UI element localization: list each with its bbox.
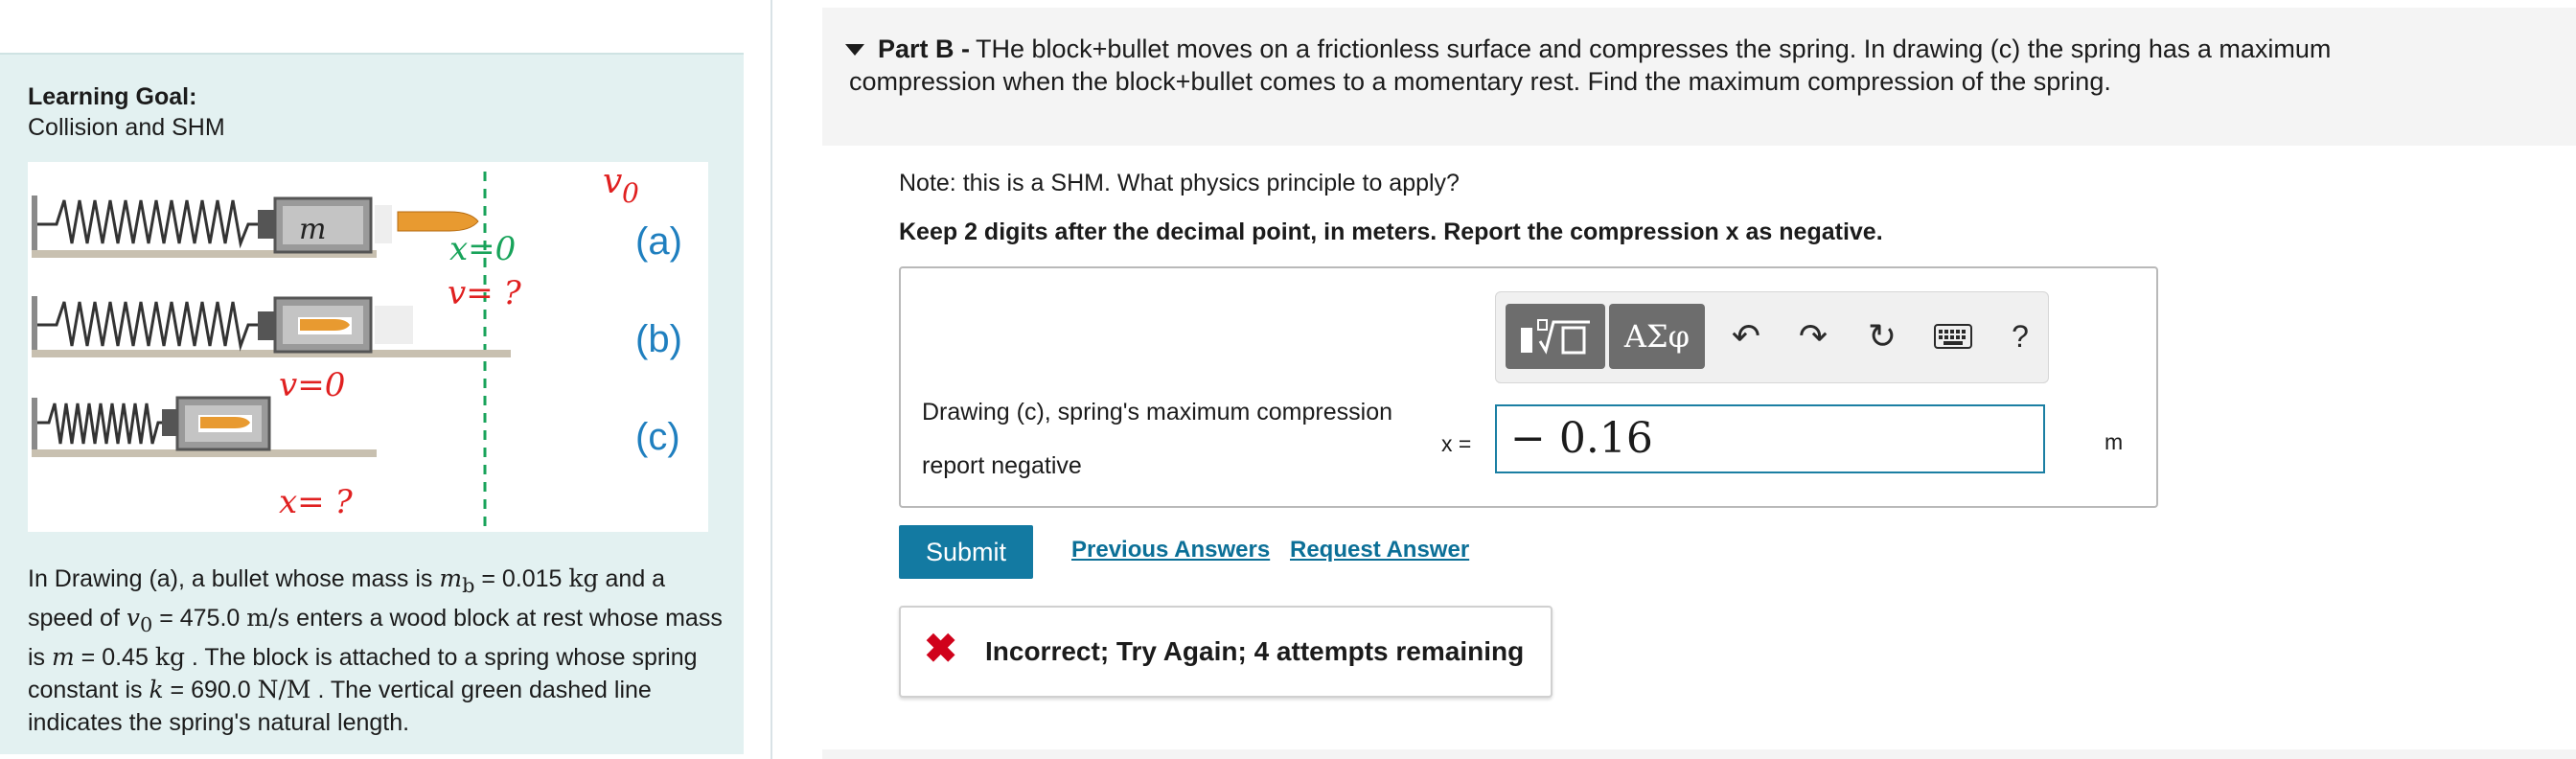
wall-c — [32, 398, 37, 451]
spring-a — [37, 199, 258, 249]
v-unknown-label: v= ? — [448, 274, 522, 312]
embedded-bullet-c — [200, 417, 250, 428]
mb-unit: kg — [568, 564, 599, 592]
x0-label: x=0 — [449, 230, 516, 268]
k-symbol: k — [149, 676, 164, 703]
templates-button[interactable] — [1506, 304, 1605, 369]
answer-box: ΑΣφ ↶ ↷ ↻ ? Drawing (c), spring's maximu… — [899, 266, 2158, 508]
part-header[interactable]: Part B - THe block+bullet moves on a fric… — [822, 8, 2576, 146]
next-part-strip — [822, 749, 2576, 759]
v0-subscript: 0 — [622, 177, 639, 209]
problem-statement: In Drawing (a), a bullet whose mass is m… — [28, 563, 737, 739]
help-button[interactable]: ? — [1996, 304, 2044, 369]
spring-plate-b — [258, 311, 275, 340]
answer-input[interactable]: − 0.16 — [1495, 404, 2045, 473]
v0-symbol: v — [603, 162, 622, 201]
mb-symbol: m — [439, 564, 463, 592]
m-symbol: m — [52, 643, 75, 671]
previous-answers-link[interactable]: Previous Answers — [1071, 537, 1270, 564]
wall-b — [32, 296, 37, 352]
wall-a — [32, 196, 37, 253]
answer-label: Drawing (c), spring's maximum compressio… — [922, 399, 1393, 426]
label-c: (c) — [635, 416, 680, 458]
panel-divider — [770, 0, 772, 759]
math-toolbar: ΑΣφ ↶ ↷ ↻ ? — [1495, 291, 2049, 383]
spring-plate-c — [162, 409, 177, 436]
instruction-text: Keep 2 digits after the decimal point, i… — [899, 218, 1883, 245]
note-text: Note: this is a SHM. What physics princi… — [899, 170, 1460, 196]
undo-icon[interactable]: ↶ — [1722, 304, 1770, 369]
v-zero-label: v=0 — [279, 366, 345, 404]
label-b: (b) — [635, 318, 682, 360]
templates-icon — [1521, 319, 1590, 355]
mb-subscript: b — [462, 574, 475, 597]
x-unknown-label: x= ? — [279, 483, 353, 521]
collision-diagram: m v 0 x=0 (a) v= ? (b) v=0 (c) x= ? — [32, 162, 682, 532]
variable-label: x = — [1441, 431, 1472, 456]
answer-label-note: report negative — [922, 452, 1082, 479]
v0-unit: m/s — [246, 604, 290, 632]
part-title: Part B - — [878, 34, 971, 63]
bullet-a — [397, 211, 479, 232]
m-equals: = 0.45 — [74, 644, 155, 671]
v0-symbol-text: v — [126, 604, 140, 632]
greek-symbols-button[interactable]: ΑΣφ — [1609, 304, 1705, 369]
spring-b — [37, 301, 258, 352]
mb-equals: = 0.015 — [474, 565, 569, 592]
learning-goal-title: Learning Goal: — [28, 83, 197, 110]
error-icon: ✖ — [924, 626, 958, 671]
v0-subscript-text: 0 — [139, 613, 153, 636]
learning-goal-text: Collision and SHM — [28, 114, 225, 141]
motion-lines-a — [375, 205, 392, 243]
mass-label: m — [299, 213, 326, 246]
k-unit: N/M — [257, 676, 311, 703]
part-text: THe block+bullet moves on a frictionless… — [849, 34, 2332, 96]
part-description: Part B - THe block+bullet moves on a fric… — [849, 33, 2478, 98]
v0-equals: = 475.0 — [152, 605, 247, 632]
collision-figure: m v 0 x=0 (a) v= ? (b) v=0 (c) x= ? — [28, 162, 708, 532]
keyboard-glyph — [1934, 324, 1972, 349]
submit-button[interactable]: Submit — [899, 525, 1033, 579]
learning-goal-panel: Learning Goal: Collision and SHM m v 0 x… — [0, 53, 744, 754]
spring-c — [37, 402, 162, 445]
request-answer-link[interactable]: Request Answer — [1290, 537, 1469, 564]
redo-icon[interactable]: ↷ — [1789, 304, 1837, 369]
spring-plate-a — [258, 210, 275, 239]
reset-icon[interactable]: ↻ — [1858, 304, 1906, 369]
k-equals: = 690.0 — [163, 677, 258, 703]
problem-text-1: In Drawing (a), a bullet whose mass is — [28, 565, 440, 592]
embedded-bullet-b — [300, 319, 350, 331]
feedback-box: ✖ Incorrect; Try Again; 4 attempts remai… — [899, 606, 1552, 698]
motion-lines-b — [375, 306, 413, 344]
m-unit: kg — [154, 643, 185, 671]
v0-symbol-v: v — [603, 162, 622, 201]
feedback-message: Incorrect; Try Again; 4 attempts remaini… — [985, 636, 1525, 666]
keyboard-icon[interactable] — [1929, 304, 1977, 369]
floor-b — [32, 350, 511, 357]
label-a: (a) — [635, 220, 682, 263]
unit-label: m — [2104, 429, 2124, 454]
